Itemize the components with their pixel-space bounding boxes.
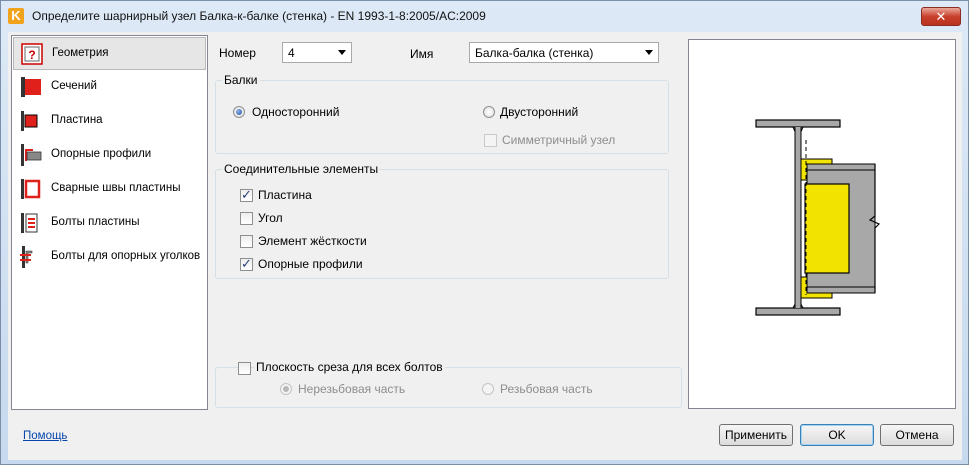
support-profiles-label: Опорные профили — [258, 257, 363, 271]
section-icon — [21, 77, 41, 97]
sidebar-item-label: Сварные швы пластины — [51, 182, 181, 194]
sidebar-item-label: Сечений — [51, 80, 97, 92]
angle-checkbox[interactable] — [240, 212, 253, 225]
sidebar-item-plate-bolts[interactable]: Болты пластины — [13, 207, 206, 240]
sidebar-item-label: Болты пластины — [51, 216, 140, 228]
name-value: Балка-балка (стенка) — [475, 46, 594, 60]
geometry-icon: ? — [21, 43, 43, 65]
unthreaded-label: Нерезьбовая часть — [298, 382, 406, 396]
shear-plane-group: Плоскость среза для всех болтов Нерезьбо… — [215, 360, 682, 408]
threaded-radio[interactable] — [482, 383, 494, 395]
chevron-down-icon — [338, 50, 346, 55]
number-value: 4 — [288, 46, 295, 60]
plate-welds-icon — [21, 179, 41, 199]
plate-checkbox[interactable] — [240, 187, 253, 203]
symmetric-label: Симметричный узел — [502, 133, 616, 147]
main-beam-web-fill — [795, 127, 801, 308]
sidebar-item-plate-welds[interactable]: Сварные швы пластины — [13, 173, 206, 206]
close-button[interactable]: ✕ — [921, 7, 961, 26]
sidebar-item-sections[interactable]: Сечений — [13, 71, 206, 104]
angle-bolts-icon — [20, 246, 33, 268]
app-logo-icon: K — [8, 8, 24, 24]
dialog-client-area: ? Геометрия Сечений Пластина Опорные про… — [8, 32, 962, 460]
one-sided-label: Односторонний — [252, 105, 340, 119]
connectors-group: Соединительные элементы Пластина Угол Эл… — [215, 162, 669, 279]
stiffener-label: Элемент жёсткости — [258, 234, 367, 248]
beam-connection-drawing — [755, 119, 881, 316]
plate-label: Пластина — [258, 188, 312, 202]
support-profiles-icon — [21, 144, 42, 166]
shear-plane-label: Плоскость среза для всех болтов — [254, 360, 445, 374]
shear-plane-checkbox[interactable] — [238, 362, 251, 375]
sidebar-item-label: Пластина — [51, 114, 103, 126]
one-sided-radio[interactable] — [233, 106, 245, 118]
sidebar-item-label: Геометрия — [52, 47, 109, 59]
name-label: Имя — [410, 47, 434, 61]
name-dropdown[interactable]: Балка-балка (стенка) — [469, 42, 659, 63]
window-title: Определите шарнирный узел Балка-к-балке … — [32, 9, 486, 23]
title-bar[interactable]: K Определите шарнирный узел Балка-к-балк… — [1, 1, 968, 31]
connection-preview — [688, 39, 956, 409]
sidebar-item-label: Болты для опорных уголков — [51, 250, 201, 262]
stiffener-checkbox[interactable] — [240, 235, 253, 248]
angle-label: Угол — [258, 211, 283, 225]
sidebar-item-support-profiles[interactable]: Опорные профили — [13, 139, 206, 172]
threaded-label: Резьбовая часть — [500, 382, 593, 396]
plate-icon — [21, 111, 38, 131]
sidebar-list: ? Геометрия Сечений Пластина Опорные про… — [11, 35, 208, 410]
secondary-beam-bottom-flange — [806, 286, 876, 294]
connectors-group-title: Соединительные элементы — [222, 162, 381, 176]
beams-group: Балки Односторонний Двусторонний Симметр… — [215, 73, 669, 154]
two-sided-radio[interactable] — [483, 106, 495, 118]
secondary-beam-top-flange — [806, 163, 876, 171]
sidebar-item-angle-bolts[interactable]: Болты для опорных уголков — [13, 241, 206, 274]
unthreaded-radio[interactable] — [280, 383, 292, 395]
number-dropdown[interactable]: 4 — [282, 42, 352, 63]
bottom-flange — [755, 307, 841, 316]
beams-group-title: Балки — [222, 73, 260, 87]
support-profiles-checkbox[interactable] — [240, 256, 253, 272]
help-link[interactable]: Помощь — [23, 430, 67, 442]
sidebar-item-plate[interactable]: Пластина — [13, 105, 206, 138]
apply-button[interactable]: Применить — [719, 424, 793, 446]
sidebar-item-geometry[interactable]: ? Геометрия — [13, 37, 206, 70]
top-flange — [755, 119, 841, 128]
fin-plate — [804, 183, 850, 274]
ok-button[interactable]: OK — [800, 424, 874, 446]
symmetric-checkbox[interactable] — [484, 134, 497, 147]
number-label: Номер — [219, 46, 256, 60]
svg-text:?: ? — [28, 48, 35, 62]
dialog-window: K Определите шарнирный узел Балка-к-балк… — [0, 0, 969, 465]
chevron-down-icon — [645, 50, 653, 55]
sidebar-item-label: Опорные профили — [51, 148, 152, 160]
plate-bolts-icon — [21, 213, 38, 233]
cancel-button[interactable]: Отмена — [880, 424, 954, 446]
two-sided-label: Двусторонний — [500, 105, 579, 119]
